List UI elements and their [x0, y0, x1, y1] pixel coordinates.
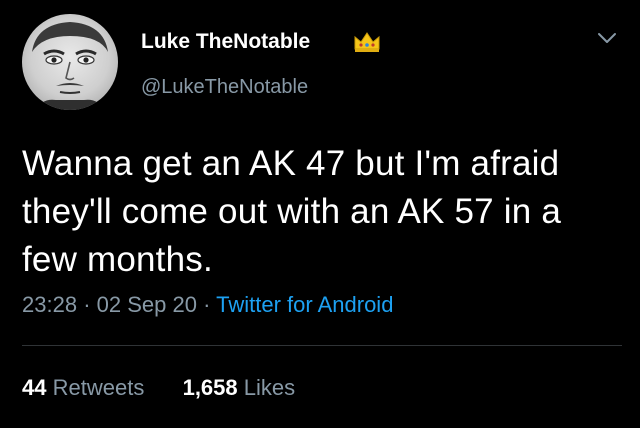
meta-separator: ·: [203, 292, 211, 317]
tweet-text-line: they'll come out with an AK 57 in a: [22, 192, 561, 231]
likes-label: Likes: [243, 375, 296, 400]
crown-icon: [354, 32, 380, 52]
likes-count: 1,658: [182, 375, 238, 400]
tweet-text-line: Wanna get an AK 47 but I'm afraid: [22, 144, 560, 183]
tweet-meta: 23:28 · 02 Sep 20 · Twitter for Android: [22, 292, 393, 318]
tweet-source-link[interactable]: Twitter for Android: [216, 292, 393, 317]
avatar-face-icon: [32, 22, 108, 110]
tweet-text: Wanna get an AK 47 but I'm afraid they'l…: [22, 140, 622, 284]
tweet-date[interactable]: 02 Sep 20: [97, 292, 197, 317]
retweets-count: 44: [22, 375, 47, 400]
tweet-time[interactable]: 23:28: [22, 292, 77, 317]
likes-stat[interactable]: 1,658 Likes: [183, 375, 296, 400]
meta-separator: ·: [83, 292, 91, 317]
avatar[interactable]: [22, 14, 118, 110]
divider: [22, 345, 622, 346]
author-handle[interactable]: @LukeTheNotable: [141, 76, 308, 99]
tweet-text-line: few months.: [22, 240, 213, 279]
author-display-name[interactable]: Luke TheNotable: [141, 30, 310, 54]
tweet-stats: 44 Retweets 1,658 Likes: [22, 375, 295, 401]
chevron-down-icon[interactable]: [596, 30, 618, 46]
tweet-card: Luke TheNotable @LukeTheNotable Wanna ge…: [0, 0, 640, 428]
retweets-label: Retweets: [52, 375, 145, 400]
retweets-stat[interactable]: 44 Retweets: [22, 375, 150, 400]
